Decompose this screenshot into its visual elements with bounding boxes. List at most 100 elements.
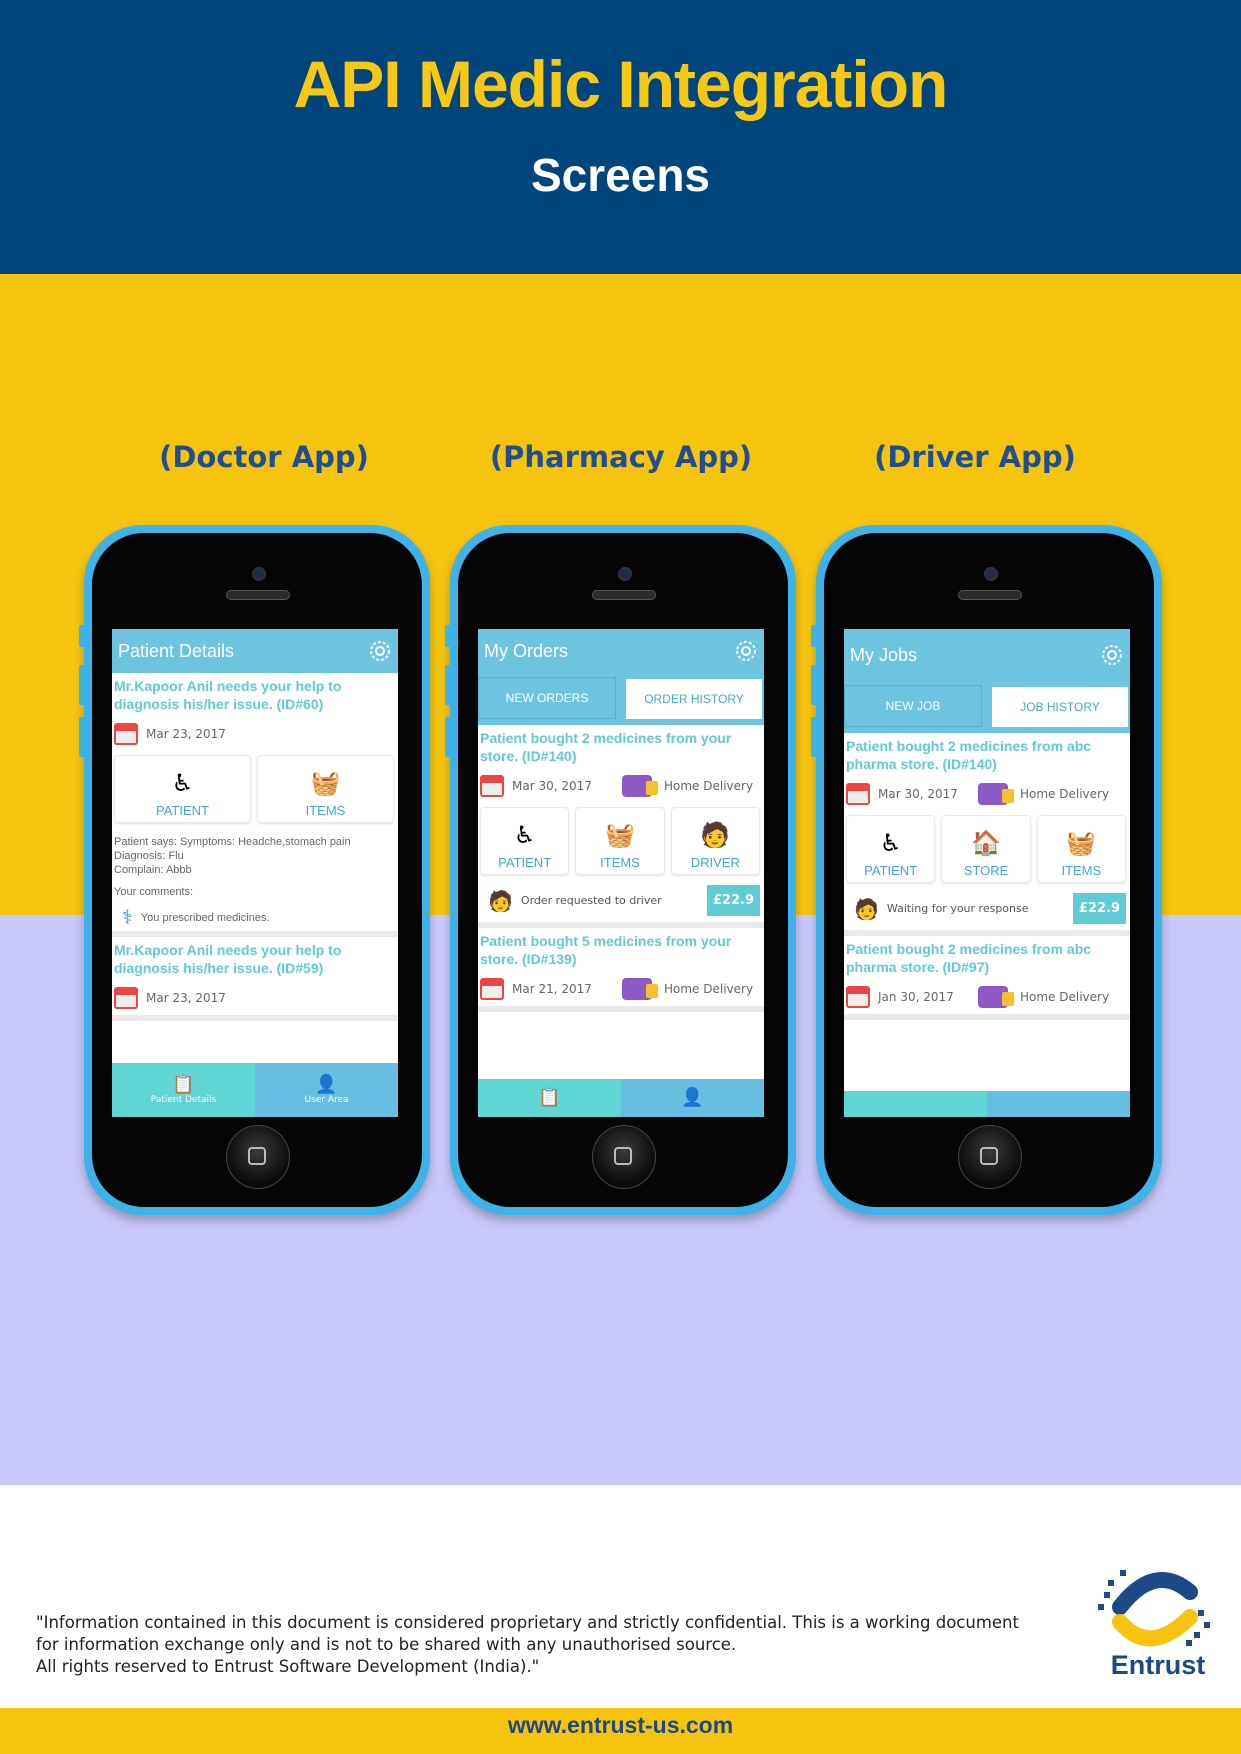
calendar-icon (480, 775, 504, 797)
calendar-icon (114, 987, 138, 1009)
driver-icon: 🧑 (700, 821, 731, 849)
store-icon: 🏠 (971, 829, 1001, 857)
card-date: Mar 30, 2017 (512, 779, 592, 793)
speaker-grille (592, 590, 656, 600)
gear-icon[interactable] (734, 639, 758, 663)
app-bar-title: Patient Details (118, 640, 235, 661)
user-icon: 👤 (315, 1074, 338, 1095)
card-title: Mr.Kapoor Anil needs your help to diagno… (114, 678, 342, 712)
tile-label: PATIENT (498, 855, 552, 870)
delivery-type: Home Delivery (664, 779, 754, 793)
bottom-nav: 📋 Patient Details 👤 User Area (112, 1063, 398, 1117)
tab-bar: NEW ORDERS ORDER HISTORY (478, 673, 764, 725)
card-date: Mar 23, 2017 (146, 727, 226, 741)
tile-label: STORE (963, 863, 1009, 878)
store-tile[interactable]: 🏠 STORE (941, 815, 1031, 883)
camera-icon (252, 567, 266, 581)
camera-icon (618, 567, 632, 581)
nav-patient-details[interactable]: 📋 Patient Details (112, 1063, 255, 1117)
wheelchair-icon: ♿ (171, 769, 194, 797)
disclaimer: "Information contained in this document … (36, 1612, 1026, 1678)
basket-icon: 🧺 (310, 769, 341, 797)
order-status: Order requested to driver (520, 894, 662, 907)
clipboard-icon: 📋 (172, 1074, 195, 1095)
tab-new-orders[interactable]: NEW ORDERS (478, 677, 616, 719)
gear-icon[interactable] (368, 639, 392, 663)
card-date: Mar 23, 2017 (146, 991, 226, 1005)
basket-icon: 🧺 (605, 821, 635, 849)
basket-icon: 🧺 (1066, 829, 1097, 857)
driver-phone: My Jobs NEW JOB JOB HISTORY Patient boug… (811, 525, 1162, 1215)
price-badge: £22.9 (1072, 893, 1126, 924)
patient-tile[interactable]: ♿ PATIENT (114, 755, 251, 823)
calendar-icon (114, 723, 138, 745)
nav-label: Patient Details (150, 1095, 217, 1105)
delivery-type: Home Delivery (1020, 787, 1110, 801)
driver-app-label: (Driver App) (874, 440, 1076, 474)
nav-user-area[interactable]: 👤 User Area (255, 1063, 398, 1117)
patient-tile[interactable]: ♿ PATIENT (480, 807, 570, 875)
doctor-app-label: (Doctor App) (159, 440, 369, 474)
calendar-icon (480, 978, 504, 1000)
driver-icon: 🧑 (488, 888, 513, 913)
camera-icon (984, 567, 998, 581)
job-card[interactable]: Patient bought 2 medicines from abc phar… (844, 936, 1130, 1020)
pharmacy-phone: My Orders NEW ORDERS ORDER HISTORY Patie… (445, 525, 796, 1215)
delivery-truck-icon (622, 978, 658, 1000)
tile-label: DRIVER (690, 855, 740, 870)
home-button[interactable] (958, 1125, 1022, 1189)
page-subtitle: Screens (530, 149, 710, 201)
delivery-type: Home Delivery (664, 982, 754, 996)
home-button[interactable] (226, 1125, 290, 1189)
prescribed-text: You prescribed medicines. (140, 912, 270, 924)
app-bar-title: My Orders (484, 640, 569, 661)
job-status: Waiting for your response (886, 902, 1029, 915)
card-title: Patient bought 2 medicines from your sto… (480, 730, 732, 764)
items-tile[interactable]: 🧺 ITEMS (257, 755, 394, 823)
tile-label: ITEMS (600, 855, 640, 870)
card-title: Mr.Kapoor Anil needs your help to diagno… (114, 942, 342, 976)
order-card[interactable]: Patient bought 2 medicines from your sto… (478, 725, 764, 928)
nav-jobs[interactable] (844, 1091, 987, 1117)
user-icon: 👤 (681, 1087, 704, 1108)
patient-tile[interactable]: ♿ PATIENT (846, 815, 936, 883)
nav-label: User Area (304, 1095, 349, 1105)
wheelchair-icon: ♿ (513, 821, 536, 849)
complain: Complain: Abbb (114, 864, 192, 876)
card-date: Mar 30, 2017 (878, 787, 958, 801)
driver-tile[interactable]: 🧑 DRIVER (670, 807, 760, 875)
speaker-grille (958, 590, 1022, 600)
nav-user-area[interactable]: 👤 (621, 1079, 764, 1117)
tab-new-job[interactable]: NEW JOB (844, 685, 982, 727)
doctor-screen: Patient Details Mr.Kapoor Anil needs you… (112, 629, 398, 1117)
card-title: Patient bought 2 medicines from abc phar… (846, 738, 1092, 772)
request-card[interactable]: Mr.Kapoor Anil needs your help to diagno… (112, 937, 398, 1021)
delivery-truck-icon (978, 986, 1014, 1008)
tab-job-history[interactable]: JOB HISTORY (990, 685, 1130, 729)
bottom-nav (844, 1091, 1130, 1117)
tile-label: ITEMS (1061, 863, 1102, 878)
gear-icon[interactable] (1100, 643, 1124, 667)
bottom-nav: 📋 👤 (478, 1079, 764, 1117)
delivery-type: Home Delivery (1020, 990, 1110, 1004)
tab-bar: NEW JOB JOB HISTORY (844, 681, 1130, 733)
nav-user-area[interactable] (987, 1091, 1130, 1117)
pharmacy-app-label: (Pharmacy App) (489, 440, 753, 474)
job-card[interactable]: Patient bought 2 medicines from abc phar… (844, 733, 1130, 936)
order-card[interactable]: Patient bought 5 medicines from your sto… (478, 928, 764, 1012)
tile-label: PATIENT (864, 863, 918, 878)
calendar-icon (846, 783, 870, 805)
app-bar: My Jobs (844, 629, 1130, 681)
request-card[interactable]: Mr.Kapoor Anil needs your help to diagno… (112, 673, 398, 937)
home-button[interactable] (592, 1125, 656, 1189)
nav-orders[interactable]: 📋 (478, 1079, 621, 1117)
diagnosis: Diagnosis: Flu (114, 850, 184, 862)
app-bar-title: My Jobs (850, 644, 918, 665)
disclaimer-line: for information exchange only and is not… (36, 1635, 737, 1654)
tab-order-history[interactable]: ORDER HISTORY (624, 677, 764, 721)
items-tile[interactable]: 🧺 ITEMS (575, 807, 665, 875)
card-title: Patient bought 5 medicines from your sto… (480, 933, 732, 967)
delivery-truck-icon (978, 783, 1014, 805)
website-link[interactable]: www.entrust-us.com (0, 1712, 1241, 1739)
items-tile[interactable]: 🧺 ITEMS (1036, 815, 1126, 883)
